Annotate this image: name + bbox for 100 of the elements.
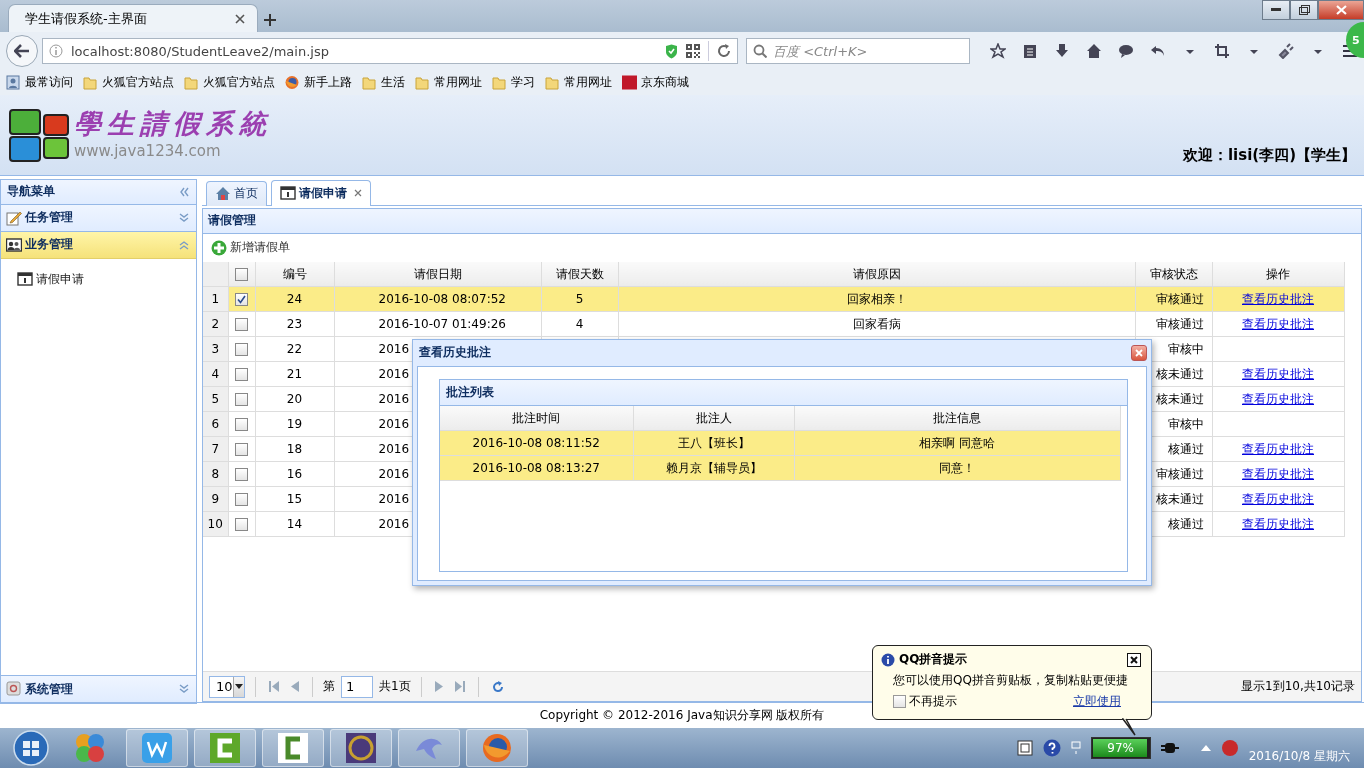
bookmark-link[interactable]: 火狐官方站点: [83, 74, 174, 91]
row-number: 6: [203, 411, 228, 437]
tab[interactable]: 首页: [206, 180, 267, 206]
bookmark-link[interactable]: 新手上路: [285, 74, 352, 91]
menu-item[interactable]: 请假申请: [17, 270, 180, 288]
screen-icon[interactable]: [1016, 740, 1033, 757]
history-link[interactable]: 查看历史批注: [1242, 441, 1314, 456]
history-link[interactable]: 查看历史批注: [1242, 291, 1314, 306]
taskbar-app[interactable]: [194, 729, 256, 768]
table-cell: 14: [255, 511, 334, 537]
arrow-left-icon: [14, 44, 30, 58]
crop-icon[interactable]: [1214, 43, 1230, 59]
close-icon[interactable]: [354, 189, 362, 198]
column-header: 批注时间: [440, 405, 633, 431]
restore-button[interactable]: [1290, 0, 1318, 20]
bookmark-link[interactable]: 生活: [362, 74, 405, 91]
battery-reading: 97%: [1106, 741, 1135, 756]
minimize-button[interactable]: [1262, 0, 1290, 20]
checkbox[interactable]: [235, 293, 248, 307]
plug-icon[interactable]: [1278, 43, 1294, 59]
plus-icon: [264, 14, 276, 26]
clipboard-icon[interactable]: [1022, 43, 1038, 59]
checkbox[interactable]: [235, 318, 248, 332]
app-icon: [276, 731, 310, 766]
info-icon: [881, 652, 895, 667]
row-number: 10: [203, 511, 228, 537]
checkbox[interactable]: [235, 468, 248, 482]
use-now-link[interactable]: 立即使用: [1073, 693, 1121, 710]
accordion-header[interactable]: 业务管理: [1, 231, 196, 259]
column-header: 操作: [1212, 261, 1344, 287]
bookmark-link[interactable]: 常用网址: [545, 74, 612, 91]
history-link[interactable]: 查看历史批注: [1242, 316, 1314, 331]
table-cell: 2016-10-08 08:11:52: [440, 430, 633, 456]
bookmark-link[interactable]: 火狐官方站点: [184, 74, 275, 91]
table-cell: 审核通过: [1135, 286, 1212, 312]
tab[interactable]: 请假申请: [271, 179, 371, 206]
star-icon[interactable]: [990, 43, 1006, 59]
close-icon: [1335, 5, 1347, 15]
bookmark-link[interactable]: 最常访问: [6, 74, 73, 91]
table-cell: 24: [255, 286, 334, 312]
table-cell: 审核通过: [1135, 311, 1212, 337]
checkbox[interactable]: [235, 343, 248, 357]
history-link[interactable]: 查看历史批注: [1242, 516, 1314, 531]
close-button[interactable]: [1127, 652, 1141, 667]
taskbar-app[interactable]: [126, 729, 188, 768]
logo-drawing: [8, 106, 70, 163]
add-button[interactable]: 新增请假单: [209, 237, 292, 259]
taskbar-app[interactable]: [262, 729, 324, 768]
checkbox[interactable]: [235, 368, 248, 382]
collapse-icon[interactable]: [178, 185, 190, 198]
address-field[interactable]: localhost:8080/StudentLeave2/main.jsp: [42, 38, 738, 64]
taskbar-app[interactable]: [466, 729, 528, 768]
table-cell: 赖月京【辅导员】: [633, 455, 794, 481]
plus-icon: [211, 239, 227, 256]
checkbox[interactable]: [235, 518, 248, 532]
caret-icon: [234, 684, 243, 690]
help-icon[interactable]: [1042, 739, 1061, 758]
browser-tab[interactable]: 学生请假系统-主界面: [8, 4, 258, 32]
accordion-header[interactable]: 系统管理: [1, 676, 196, 704]
bookmark-link[interactable]: 常用网址: [415, 74, 482, 91]
taskbar-app[interactable]: [330, 729, 392, 768]
accordion-header[interactable]: 任务管理: [1, 204, 196, 232]
history-link[interactable]: 查看历史批注: [1242, 391, 1314, 406]
info-icon: [49, 44, 63, 58]
search-field[interactable]: 百度 <Ctrl+K>: [746, 38, 970, 64]
history-link[interactable]: 查看历史批注: [1242, 491, 1314, 506]
column-header: 审核状态: [1135, 261, 1212, 287]
chat-icon[interactable]: [1118, 43, 1134, 59]
checkbox[interactable]: [235, 268, 248, 281]
bookmark-icon: [6, 75, 21, 90]
folder-icon: [362, 75, 377, 90]
power-plug-icon[interactable]: [1160, 741, 1179, 756]
home-icon: [215, 186, 231, 202]
page-total: 共1页: [379, 678, 411, 696]
history-link[interactable]: 查看历史批注: [1242, 366, 1314, 381]
column-header: 请假天数: [541, 261, 618, 287]
page-input[interactable]: 1: [341, 675, 373, 698]
expand-icon: [178, 211, 190, 224]
logo-title: 學生請假系統: [74, 106, 272, 141]
row-number: 9: [203, 486, 228, 512]
reload-icon[interactable]: [717, 44, 731, 58]
qr-code-icon[interactable]: [686, 44, 700, 58]
checkbox[interactable]: [235, 393, 248, 407]
bookmark-link[interactable]: 学习: [492, 74, 535, 91]
checkbox[interactable]: [893, 695, 906, 708]
table-cell: 王八【班长】: [633, 430, 794, 456]
table-cell: 23: [255, 311, 334, 337]
close-icon[interactable]: [235, 13, 245, 24]
checkbox[interactable]: [235, 443, 248, 457]
back-button[interactable]: [6, 35, 38, 67]
bookmark-link[interactable]: 京东商城: [622, 74, 689, 91]
row-number: 8: [203, 461, 228, 487]
caret-up-icon[interactable]: [1200, 745, 1211, 752]
row-number: 7: [203, 436, 228, 462]
checkbox[interactable]: [235, 493, 248, 507]
download-icon[interactable]: [1054, 43, 1070, 59]
page-size-select[interactable]: 10: [209, 675, 245, 698]
checkbox[interactable]: [235, 418, 248, 432]
home-icon[interactable]: [1086, 43, 1102, 59]
history-link[interactable]: 查看历史批注: [1242, 466, 1314, 481]
